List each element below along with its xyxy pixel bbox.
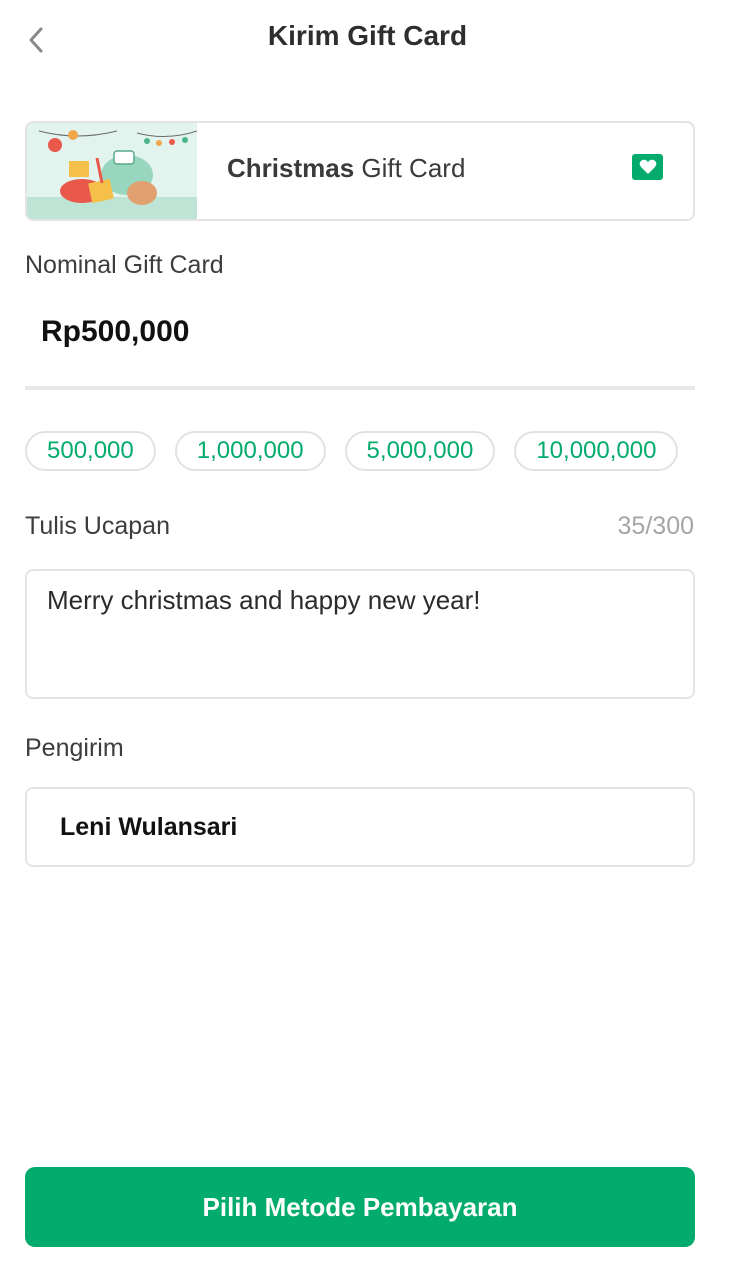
nominal-label: Nominal Gift Card	[25, 251, 224, 279]
header: Kirim Gift Card	[0, 0, 735, 80]
amount-divider	[25, 386, 695, 390]
nominal-amount-input[interactable]	[25, 296, 695, 368]
nominal-chip[interactable]: 500,000	[25, 431, 156, 471]
nominal-options: 500,000 1,000,000 5,000,000 10,000,000	[25, 431, 695, 473]
character-counter: 35/300	[617, 512, 694, 540]
message-label: Tulis Ucapan	[25, 512, 170, 540]
page-title: Kirim Gift Card	[267, 20, 468, 51]
gift-card-thumbnail	[27, 123, 197, 219]
gift-card-item[interactable]: Christmas Gift Card	[25, 121, 695, 221]
sender-input[interactable]	[25, 787, 695, 867]
nominal-chip[interactable]: 1,000,000	[174, 431, 326, 471]
favorite-badge[interactable]	[632, 154, 663, 180]
nominal-chip[interactable]: 10,000,000	[514, 431, 679, 471]
choose-payment-button[interactable]: Pilih Metode Pembayaran	[25, 1167, 695, 1247]
message-textarea[interactable]: Merry christmas and happy new year!	[25, 569, 695, 699]
sender-label: Pengirim	[25, 734, 124, 762]
heart-icon	[639, 159, 656, 174]
nominal-chip[interactable]: 5,000,000	[344, 431, 496, 471]
gift-card-title: Christmas Gift Card	[227, 153, 466, 183]
